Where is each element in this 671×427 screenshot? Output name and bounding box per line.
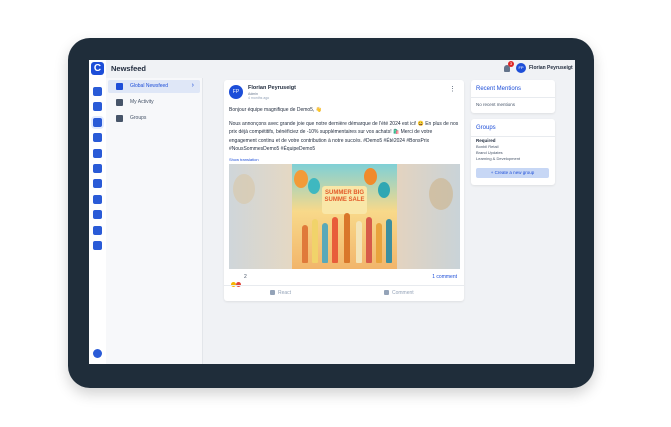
person <box>356 221 362 263</box>
activity-icon <box>116 99 123 106</box>
group-item[interactable]: Learning & Development <box>476 156 520 161</box>
book-icon[interactable] <box>93 149 102 158</box>
groups-card: Groups Required Bonbil Retail Brand Upda… <box>471 119 555 185</box>
person <box>312 219 318 263</box>
person <box>344 213 350 263</box>
home-icon <box>116 83 123 90</box>
subnav-item-global-newsfeed[interactable]: Global Newsfeed › <box>108 80 200 93</box>
divider <box>471 136 555 137</box>
settings-icon[interactable] <box>93 226 102 235</box>
react-button[interactable]: React <box>270 290 291 296</box>
home-icon[interactable] <box>93 87 102 96</box>
person <box>322 223 328 263</box>
person <box>376 223 382 263</box>
balloon <box>308 178 320 194</box>
chevron-right-icon: › <box>191 82 194 89</box>
avatar[interactable]: FP <box>229 85 243 99</box>
subnav-item-label: Groups <box>130 115 147 121</box>
subnav-item-my-activity[interactable]: My Activity <box>108 96 200 109</box>
person <box>386 219 392 263</box>
reaction-emojis[interactable] <box>231 274 241 287</box>
post-timestamp: 4 months ago <box>248 96 270 100</box>
page-title: Newsfeed <box>111 64 147 73</box>
reactions-bar: 2 1 comment <box>229 273 459 287</box>
post-image[interactable]: SUMMER BIG SUMME SALE <box>229 164 460 269</box>
secondary-nav: Global Newsfeed › My Activity Groups <box>106 78 203 364</box>
users-icon[interactable] <box>93 241 102 250</box>
top-bar: Newsfeed 3 FP Florian Peyruseigt <box>106 60 575 78</box>
divider <box>471 97 555 98</box>
comment-button[interactable]: Comment <box>384 290 414 296</box>
post-body: Nous annonçons avec grande joie que notr… <box>229 121 459 152</box>
inbox-icon[interactable] <box>93 210 102 219</box>
groups-icon <box>116 115 123 122</box>
balloon <box>364 168 377 185</box>
user-name[interactable]: Florian Peyruseigt <box>529 65 573 71</box>
post-card: FP Florian Peyruseigt Admin 4 months ago… <box>224 80 464 301</box>
image-icon[interactable] <box>93 164 102 173</box>
app-screen: C Newsfeed 3 FP Florian Peyruseigt Globa… <box>89 60 575 364</box>
show-translation-link[interactable]: Show translation <box>229 157 259 162</box>
post-author[interactable]: Florian Peyruseigt <box>248 85 296 91</box>
notification-badge: 3 <box>508 61 514 67</box>
empty-state-text: No recent mentions <box>476 102 516 107</box>
activity-icon[interactable] <box>93 118 102 127</box>
chart-icon[interactable] <box>93 102 102 111</box>
post-greeting: Bonjour équipe magnifique de Demo5, 👋 <box>229 107 322 113</box>
person <box>366 217 372 263</box>
group-item[interactable]: Brand Updates <box>476 150 503 155</box>
folder-icon[interactable] <box>93 179 102 188</box>
comment-label: Comment <box>392 290 414 296</box>
group-section-label: Required <box>476 138 496 143</box>
subnav-item-label: Global Newsfeed <box>130 83 169 89</box>
post-actions: React Comment <box>224 285 464 302</box>
card-title: Groups <box>476 125 496 131</box>
reaction-count[interactable]: 2 <box>244 274 247 280</box>
avatar[interactable]: FP <box>516 63 526 73</box>
balloon <box>233 174 255 204</box>
help-icon[interactable] <box>93 349 102 358</box>
react-label: React <box>278 290 292 296</box>
card-title: Recent Mentions <box>476 86 522 92</box>
create-group-button[interactable]: + Create a new group <box>476 168 549 178</box>
balloon <box>378 182 390 198</box>
calendar-icon[interactable] <box>93 133 102 142</box>
comment-count-link[interactable]: 1 comment <box>432 274 457 280</box>
person <box>332 217 338 263</box>
more-options-icon[interactable]: ⋮ <box>449 85 456 93</box>
balloon <box>294 170 308 188</box>
summer-sale-scene: SUMMER BIG SUMME SALE <box>292 164 397 269</box>
smile-icon <box>270 290 275 296</box>
icon-rail: C <box>89 60 107 364</box>
app-logo[interactable]: C <box>91 62 104 75</box>
group-item[interactable]: Bonbil Retail <box>476 144 498 149</box>
comment-icon <box>384 290 389 296</box>
recent-mentions-card: Recent Mentions No recent mentions <box>471 80 555 113</box>
person <box>302 225 308 263</box>
sale-banner: SUMMER BIG SUMME SALE <box>322 186 367 214</box>
network-icon[interactable] <box>93 195 102 204</box>
subnav-item-groups[interactable]: Groups <box>108 112 200 125</box>
subnav-item-label: My Activity <box>130 99 154 105</box>
balloon <box>429 178 453 210</box>
